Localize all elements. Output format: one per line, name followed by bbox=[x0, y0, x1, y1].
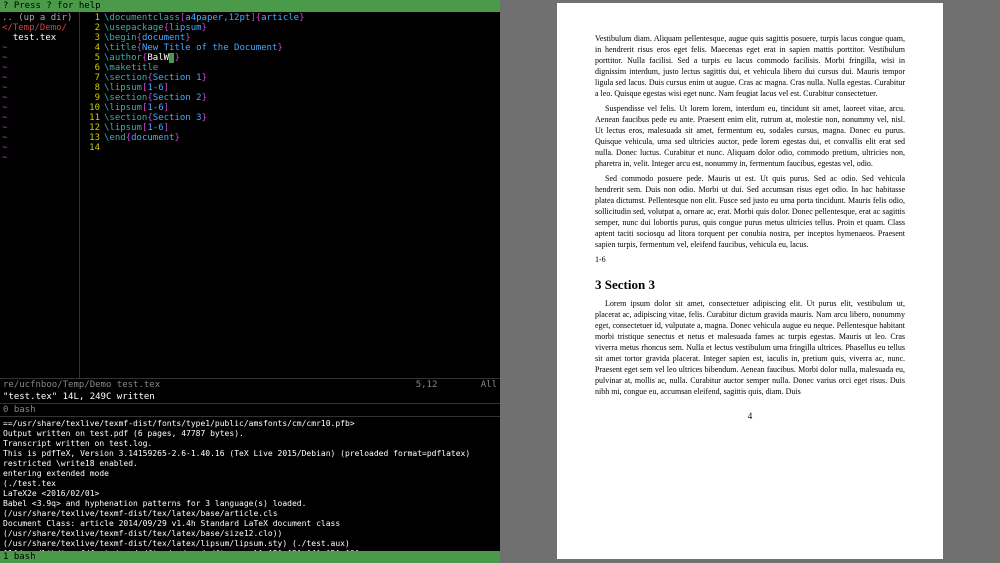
code-line[interactable]: 9\section{Section 2} bbox=[82, 93, 498, 103]
terminal-line: Transcript written on test.log. bbox=[3, 439, 497, 449]
terminal-line: Document Class: article 2014/09/29 v1.4h… bbox=[3, 519, 497, 529]
code-line[interactable]: 11\section{Section 3} bbox=[82, 113, 498, 123]
terminal-line: Output written on test.pdf (6 pages, 477… bbox=[3, 429, 497, 439]
status-pct: All bbox=[481, 380, 497, 390]
pdf-paragraph: Lorem ipsum dolor sit amet, consectetuer… bbox=[595, 298, 905, 397]
code-line[interactable]: 14 bbox=[82, 143, 498, 153]
status-message: "test.tex" 14L, 249C written bbox=[0, 391, 500, 403]
terminal-status: 0 bash bbox=[0, 403, 500, 416]
terminal-label: 0 bash bbox=[3, 405, 36, 415]
terminal-line: entering extended mode bbox=[3, 469, 497, 479]
terminal-line: (/usr/share/texlive/texmf-dist/tex/latex… bbox=[3, 509, 497, 519]
code-line[interactable]: 3\begin{document} bbox=[82, 33, 498, 43]
up-dir[interactable]: .. (up a dir) bbox=[2, 13, 77, 23]
file-entry[interactable]: test.tex bbox=[2, 33, 77, 43]
pdf-paragraph: Suspendisse vel felis. Ut lorem lorem, i… bbox=[595, 103, 905, 169]
code-line[interactable]: 5\author{BalW } bbox=[82, 53, 498, 63]
terminal-line: LaTeX2e <2016/02/01> bbox=[3, 489, 497, 499]
status-file: re/ucfnboo/Temp/Demo test.tex bbox=[3, 380, 160, 390]
status-pos: 5,12 bbox=[416, 380, 438, 390]
code-line[interactable]: 6\maketitle bbox=[82, 63, 498, 73]
pdf-viewer[interactable]: Vestibulum diam. Aliquam pellentesque, a… bbox=[500, 0, 1000, 563]
pdf-page: Vestibulum diam. Aliquam pellentesque, a… bbox=[557, 3, 943, 559]
editor-area: .. (up a dir) </Temp/Demo/ test.tex ~ ~ … bbox=[0, 12, 500, 378]
editor-panel: ? Press ? for help .. (up a dir) </Temp/… bbox=[0, 0, 500, 563]
code-line[interactable]: 8\lipsum[1-6] bbox=[82, 83, 498, 93]
pdf-page-number: 4 bbox=[595, 411, 905, 422]
terminal-line: restricted \write18 enabled. bbox=[3, 459, 497, 469]
pdf-paragraph: 1-6 bbox=[595, 254, 905, 265]
terminal-line: This is pdfTeX, Version 3.14159265-2.6-1… bbox=[3, 449, 497, 459]
code-line[interactable]: 1\documentclass[a4paper,12pt]{article} bbox=[82, 13, 498, 23]
code-line[interactable]: 7\section{Section 1} bbox=[82, 73, 498, 83]
code-line[interactable]: 2\usepackage{lipsum} bbox=[82, 23, 498, 33]
help-bar: ? Press ? for help bbox=[0, 0, 500, 12]
tilde-line: ~ bbox=[2, 43, 77, 53]
terminal-line: (./test.tex bbox=[3, 479, 497, 489]
pdf-section-heading: 3 Section 3 bbox=[595, 279, 905, 290]
terminal-line: Babel <3.9q> and hyphenation patterns fo… bbox=[3, 499, 497, 509]
terminal-line: (/usr/share/texlive/texmf-dist/tex/latex… bbox=[3, 539, 497, 549]
code-line[interactable]: 13\end{document} bbox=[82, 133, 498, 143]
terminal-output[interactable]: ==/usr/share/texlive/texmf-dist/fonts/ty… bbox=[0, 416, 500, 551]
tmux-bar: 1 bash bbox=[0, 551, 500, 563]
terminal-line: (/usr/share/texlive/texmf-dist/tex/latex… bbox=[3, 529, 497, 539]
pdf-paragraph: Vestibulum diam. Aliquam pellentesque, a… bbox=[595, 33, 905, 99]
code-editor[interactable]: 1\documentclass[a4paper,12pt]{article}2\… bbox=[80, 12, 500, 378]
code-line[interactable]: 4\title{New Title of the Document} bbox=[82, 43, 498, 53]
pdf-paragraph: Sed commodo posuere pede. Mauris ut est.… bbox=[595, 173, 905, 250]
status-line: re/ucfnboo/Temp/Demo test.tex 5,12 All bbox=[0, 378, 500, 391]
file-tree[interactable]: .. (up a dir) </Temp/Demo/ test.tex ~ ~ … bbox=[0, 12, 80, 378]
tree-path: </Temp/Demo/ bbox=[2, 23, 77, 33]
code-line[interactable]: 10\lipsum[1-6] bbox=[82, 103, 498, 113]
code-line[interactable]: 12\lipsum[1-6] bbox=[82, 123, 498, 133]
terminal-line: ==/usr/share/texlive/texmf-dist/fonts/ty… bbox=[3, 419, 497, 429]
